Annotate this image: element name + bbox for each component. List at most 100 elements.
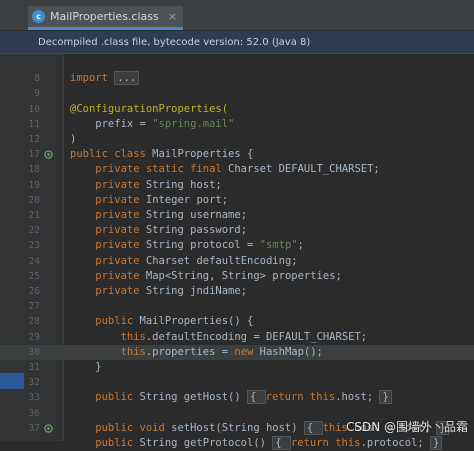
code-line: 18 private static final Charset DEFAULT_…	[0, 162, 474, 177]
line-number: 37	[28, 422, 40, 434]
line-number: 21	[28, 210, 40, 221]
line-number: 12	[28, 134, 40, 145]
code-text: this.properties = new HashMap();	[70, 345, 323, 360]
code-line: 26 private String jndiName;	[0, 284, 474, 299]
code-token: {	[272, 436, 291, 450]
bean-icon[interactable]	[44, 424, 53, 433]
code-text: this.defaultEncoding = DEFAULT_CHARSET;	[70, 330, 368, 345]
bean-icon[interactable]	[44, 150, 53, 159]
code-text: private String protocol = "smtp";	[70, 238, 304, 253]
code-token: String protocol =	[139, 239, 260, 252]
code-token: }	[70, 361, 102, 373]
code-line: 30 this.properties = new HashMap();	[0, 344, 474, 360]
code-token: String host;	[139, 178, 222, 191]
line-number: 20	[28, 194, 40, 206]
code-token: private	[70, 178, 140, 191]
code-token: new	[234, 345, 254, 358]
code-line: 25 private Map<String, String> propertie…	[0, 269, 474, 284]
line-number: 30	[28, 346, 40, 358]
code-line: 22 private String password;	[0, 223, 474, 238]
close-icon[interactable]: ×	[168, 10, 177, 23]
decompiled-notice-text: Decompiled .class file, bytecode version…	[38, 36, 311, 48]
code-line: 27	[0, 299, 474, 314]
code-line: 21 private String username;	[0, 208, 474, 223]
code-token: private	[70, 239, 140, 252]
line-number: 11	[28, 118, 40, 130]
code-text: private String password;	[70, 223, 247, 238]
code-token: ...	[114, 71, 140, 86]
code-token: public	[70, 437, 134, 449]
code-token: "spring.mail"	[152, 117, 235, 130]
code-token: .properties =	[145, 345, 235, 358]
code-line: 10 @ConfigurationProperties(	[0, 102, 474, 117]
code-token: import	[70, 72, 108, 85]
code-token: private	[70, 254, 140, 267]
code-token: .host;	[335, 391, 380, 404]
code-line: 31 }	[0, 360, 474, 375]
code-token: MailProperties {	[145, 148, 254, 161]
code-token: this	[70, 345, 146, 358]
code-token: return this	[265, 391, 336, 404]
code-line: 12)	[0, 132, 474, 147]
code-text: public MailProperties() {	[70, 314, 253, 329]
code-line: 28 public MailProperties() {	[0, 314, 474, 329]
code-text: prefix = "spring.mail"	[70, 117, 234, 132]
code-text: public class MailProperties {	[70, 147, 253, 162]
watermark: CSDN @围墙外丶品霜	[345, 420, 468, 434]
code-token: private static final	[70, 163, 222, 176]
code-text: private Charset defaultEncoding;	[70, 254, 297, 269]
code-token: this	[322, 421, 348, 434]
code-text: private Integer port;	[70, 193, 228, 208]
code-line: 17 public class MailProperties {	[0, 147, 474, 162]
code-token: MailProperties() {	[133, 315, 254, 328]
code-line: 8 import ...	[0, 71, 474, 86]
line-number: 28	[28, 316, 40, 328]
code-line: 24 private Charset defaultEncoding;	[0, 254, 474, 269]
code-token: this	[70, 330, 146, 343]
code-line: 23 private String protocol = "smtp";	[0, 238, 474, 253]
code-text: private Map<String, String> properties;	[70, 269, 342, 284]
code-token: private	[70, 285, 140, 297]
code-text: @ConfigurationProperties(	[70, 102, 228, 117]
tab-mailproperties-class[interactable]: c MailProperties.class ×	[28, 6, 183, 30]
line-number: 9	[34, 88, 40, 100]
tab-label: MailProperties.class	[50, 10, 159, 23]
line-number: 32	[28, 377, 40, 389]
code-token: ;	[297, 239, 304, 252]
code-token: {	[247, 390, 266, 405]
code-text: import ...	[70, 71, 140, 86]
decompiled-notice: Decompiled .class file, bytecode version…	[0, 31, 474, 54]
code-text: public String getHost() { return this.ho…	[70, 390, 392, 405]
line-number: 8	[34, 73, 40, 85]
code-line: 29 this.defaultEncoding = DEFAULT_CHARSE…	[0, 330, 474, 345]
code-token: String password;	[139, 224, 248, 237]
code-token: )	[70, 133, 77, 145]
line-number: 36	[28, 407, 40, 419]
code-line: 20 private Integer port;	[0, 193, 474, 208]
line-number: 29	[28, 331, 40, 343]
code-token: }	[379, 390, 392, 405]
code-token: Integer port;	[139, 193, 229, 206]
code-text: }	[70, 360, 102, 375]
code-token: public void	[70, 421, 165, 434]
code-token: String getProtocol()	[133, 437, 273, 449]
code-line: 19 private String host;	[0, 178, 474, 193]
class-file-icon: c	[32, 10, 45, 23]
code-line: 33 public String getHost() { return this…	[0, 390, 474, 405]
code-token: private	[70, 193, 140, 206]
line-number: 31	[28, 362, 40, 373]
code-token: return this	[290, 437, 361, 449]
code-text: private String host;	[70, 178, 222, 193]
line-number: 19	[28, 179, 40, 191]
code-token: String jndiName;	[139, 285, 248, 297]
code-token: public	[70, 315, 134, 328]
code-token: Map<String, String> properties;	[139, 269, 342, 282]
code-token: private	[70, 224, 140, 237]
code-line: 32	[0, 375, 474, 390]
line-number: 33	[28, 392, 40, 404]
code-token: public class	[70, 148, 146, 161]
line-number: 23	[28, 240, 40, 252]
line-number: 24	[28, 255, 40, 267]
code-line: 11 prefix = "spring.mail"	[0, 117, 474, 132]
code-text: )	[70, 132, 76, 147]
